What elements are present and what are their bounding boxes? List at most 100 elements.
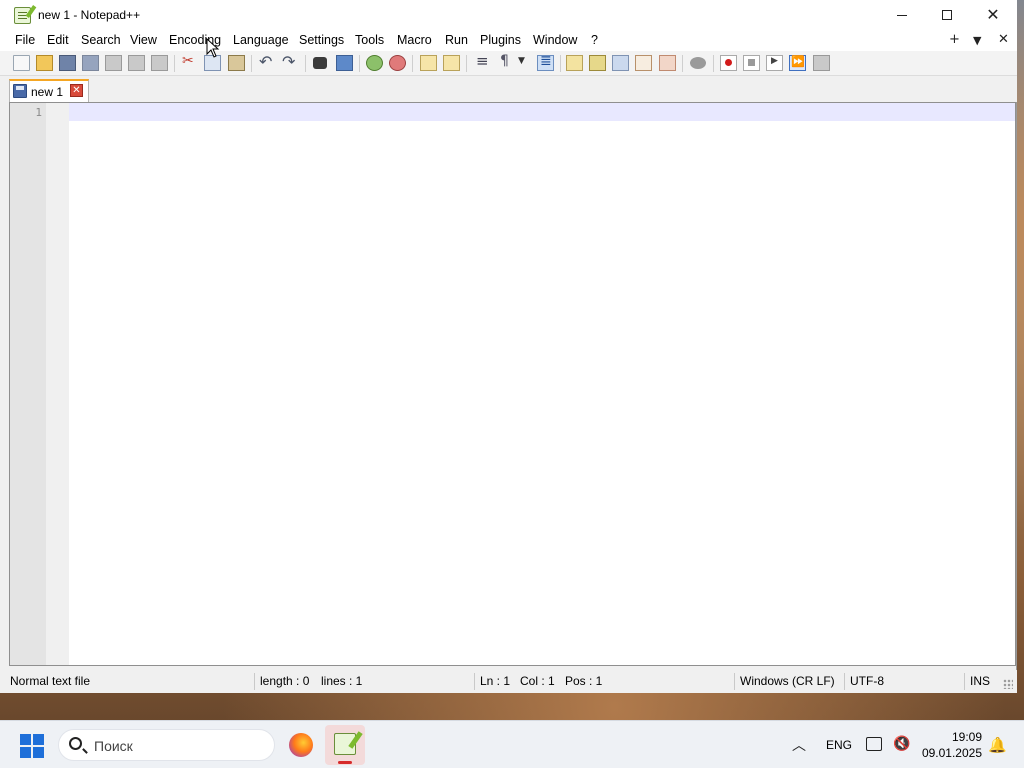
search-placeholder: Поиск [94,738,133,754]
zoom-out-icon[interactable] [389,55,406,71]
minimize-icon [897,14,907,16]
close-all-icon[interactable] [128,55,145,71]
close-icon: ✕ [986,5,1000,24]
monitoring-icon[interactable] [659,55,676,71]
status-eol[interactable]: Windows (CR LF) [740,674,835,688]
document-map-icon[interactable] [589,55,606,71]
status-position: Pos : 1 [565,674,603,688]
status-column: Col : 1 [520,674,555,688]
menu-edit[interactable]: Edit [47,33,69,47]
find-icon[interactable] [313,57,327,69]
play-macro-icon[interactable] [766,55,783,71]
menu-language[interactable]: Language [233,33,289,47]
close-window-button[interactable]: ✕ [970,0,1016,30]
maximize-button[interactable] [924,0,970,30]
sync-horizontal-icon[interactable] [443,55,460,71]
floppy-disk-icon [13,84,27,98]
print-icon[interactable] [151,55,168,71]
speech-bubble-icon[interactable] [690,57,706,69]
tab-list-dropdown-icon[interactable]: ▼ [973,34,981,47]
zoom-in-icon[interactable] [366,55,383,71]
indent-guide-icon[interactable] [537,53,554,71]
active-indicator [338,761,352,764]
menu-run[interactable]: Run [445,33,468,47]
cut-icon[interactable] [181,53,198,71]
notepadpp-taskbar-button[interactable] [325,725,365,765]
minimize-button[interactable] [879,0,925,30]
network-icon[interactable] [866,737,882,751]
tab-label: new 1 [31,85,64,99]
redo-icon[interactable] [281,52,298,71]
add-tab-icon[interactable]: + [949,32,960,47]
menu-plugins[interactable]: Plugins [480,33,521,47]
status-line: Ln : 1 [480,674,511,688]
notepadpp-window: new 1 - Notepad++ ✕ File Edit Search Vie… [0,0,1017,693]
line-number: 1 [35,106,42,119]
save-macro-icon[interactable] [813,55,830,71]
menu-settings[interactable]: Settings [299,33,344,47]
status-file-type: Normal text file [10,674,91,688]
firefox-icon[interactable] [289,733,313,757]
maximize-icon [942,10,952,20]
menu-help[interactable]: ? [591,33,598,47]
notifications-bell-icon[interactable]: 🔔 [988,736,1007,754]
show-hidden-icons-icon[interactable]: ︿ [792,735,806,755]
title-bar[interactable]: new 1 - Notepad++ ✕ [0,0,1017,30]
windows-start-icon[interactable] [20,734,44,758]
save-all-icon[interactable] [82,55,99,71]
toolbar-separator [713,55,714,72]
language-icon[interactable] [566,55,583,71]
menu-view[interactable]: View [130,33,157,47]
menu-file[interactable]: File [15,33,35,47]
sync-vertical-icon[interactable] [420,55,437,71]
mouse-cursor-icon [206,38,220,58]
status-encoding[interactable]: UTF-8 [850,674,884,688]
menu-macro[interactable]: Macro [397,33,432,47]
speaker-muted-icon[interactable]: 🔇 [893,736,910,752]
status-separator [254,673,255,690]
record-macro-icon[interactable] [720,55,737,71]
notepadpp-app-icon [334,733,356,755]
input-language-indicator[interactable]: ENG [826,738,852,752]
close-document-icon[interactable]: ✕ [998,32,1009,47]
menu-search[interactable]: Search [81,33,121,47]
resize-grip[interactable] [1003,679,1013,689]
toolbar-separator [560,55,561,72]
word-wrap-icon[interactable] [474,52,491,71]
clock-date[interactable]: 09.01.2025 [920,746,982,760]
window-title: new 1 - Notepad++ [38,8,141,22]
replace-icon[interactable] [336,55,353,71]
save-icon[interactable] [59,55,76,71]
new-file-icon[interactable] [13,55,30,71]
function-list-icon[interactable] [612,55,629,71]
tab-new-1[interactable]: new 1 ✕ [9,79,89,102]
tab-bar: new 1 ✕ [0,76,1017,102]
status-separator [844,673,845,690]
close-icon[interactable] [105,55,122,71]
toolbar-separator [466,55,467,72]
undo-icon[interactable] [258,52,275,71]
current-line-highlight [69,103,1015,121]
folder-as-workspace-icon[interactable] [635,55,652,71]
notepadpp-app-icon[interactable] [14,7,31,24]
chevron-down-icon[interactable] [516,55,533,71]
line-number-gutter: 1 [10,103,46,665]
fold-margin[interactable] [46,103,69,665]
menu-window[interactable]: Window [533,33,577,47]
tab-close-icon[interactable]: ✕ [70,84,83,97]
status-insert-mode[interactable]: INS [970,674,990,688]
clock-time[interactable]: 19:09 [930,730,982,744]
show-all-chars-icon[interactable] [497,53,514,71]
search-icon [69,737,82,750]
run-macro-multiple-icon[interactable] [789,55,806,71]
stop-macro-icon[interactable] [743,55,760,71]
menu-tools[interactable]: Tools [355,33,384,47]
toolbar-separator [412,55,413,72]
status-separator [964,673,965,690]
menu-bar: File Edit Search View Encoding Language … [0,30,1017,51]
taskbar-search-box[interactable]: Поиск [58,729,275,761]
editor-area[interactable]: 1 [9,102,1016,666]
open-file-icon[interactable] [36,55,53,71]
status-separator [474,673,475,690]
paste-icon[interactable] [228,55,245,71]
